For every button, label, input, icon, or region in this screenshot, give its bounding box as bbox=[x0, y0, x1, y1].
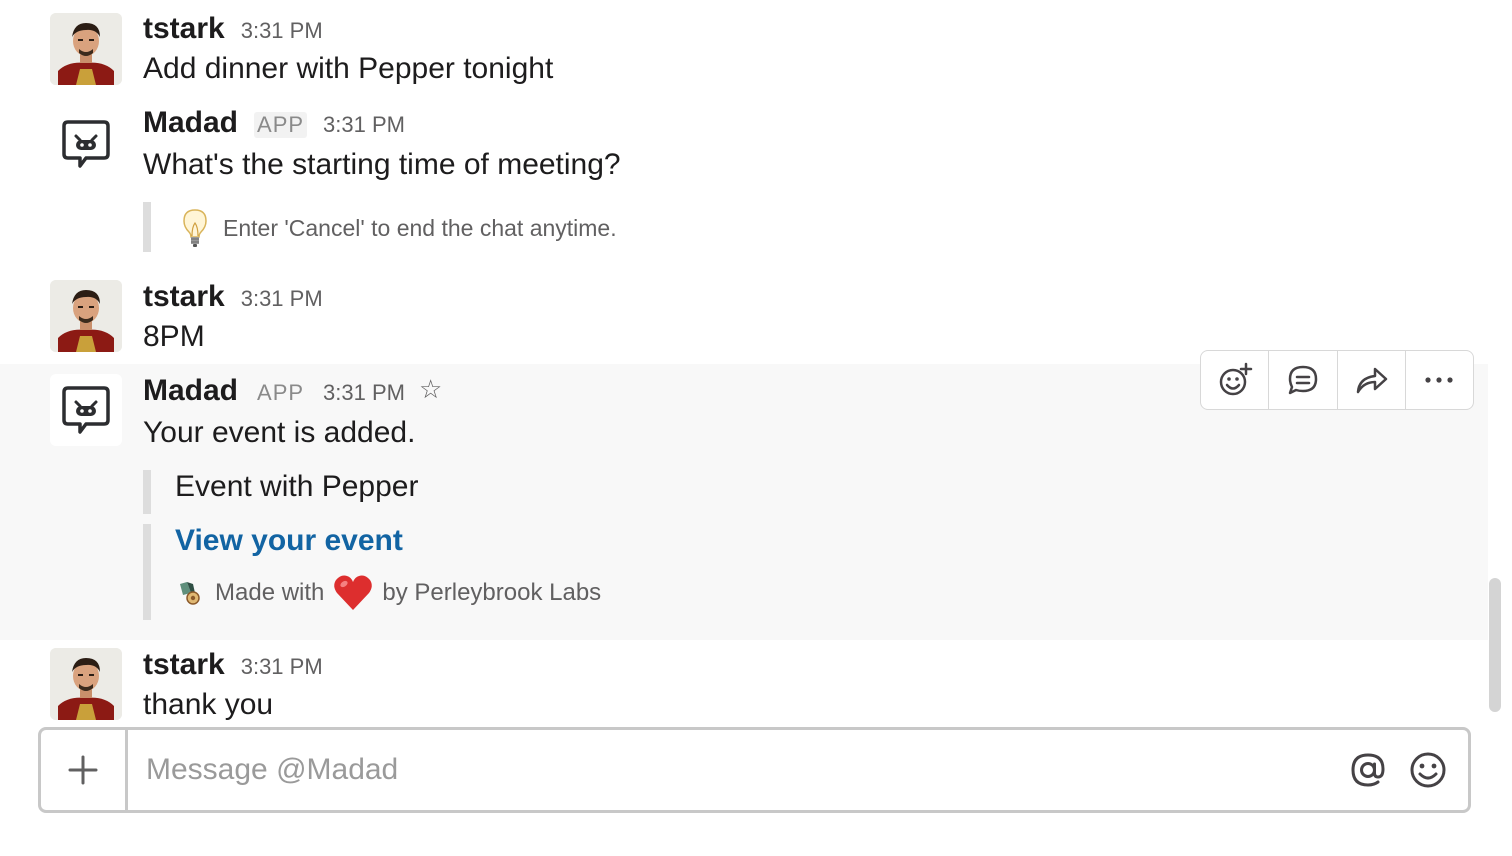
footer-made-with: Made with bbox=[215, 579, 325, 606]
timestamp[interactable]: 3:31 PM bbox=[241, 18, 323, 44]
emoji-icon bbox=[1410, 752, 1446, 788]
author-name[interactable]: Madad bbox=[143, 106, 238, 140]
mention-icon bbox=[1351, 753, 1385, 787]
emoji-button[interactable] bbox=[1408, 750, 1448, 790]
author-name[interactable]: Madad bbox=[143, 374, 238, 408]
message-row[interactable]: tstark 3:31 PM thank you bbox=[0, 640, 1488, 724]
add-reaction-button[interactable] bbox=[1201, 351, 1270, 409]
lightbulb-icon bbox=[183, 209, 207, 247]
footer-company: by Perleybrook Labs bbox=[382, 579, 602, 606]
star-icon[interactable]: ☆ bbox=[419, 374, 442, 405]
timestamp[interactable]: 3:31 PM bbox=[323, 112, 405, 138]
app-badge: APP bbox=[257, 380, 305, 405]
view-event-link[interactable]: View your event bbox=[151, 524, 601, 558]
author-name[interactable]: tstark bbox=[143, 648, 225, 682]
message-header: tstark 3:31 PM bbox=[143, 12, 323, 46]
timestamp[interactable]: 3:31 PM bbox=[241, 654, 323, 680]
message-input[interactable] bbox=[128, 729, 1348, 811]
message-actions bbox=[1200, 350, 1474, 410]
avatar[interactable] bbox=[50, 13, 122, 85]
avatar[interactable] bbox=[50, 374, 122, 446]
scrollbar-thumb[interactable] bbox=[1489, 578, 1501, 712]
start-thread-button[interactable] bbox=[1269, 351, 1338, 409]
message-text: Your event is added. bbox=[143, 416, 416, 449]
message-composer bbox=[38, 727, 1471, 813]
author-name[interactable]: tstark bbox=[143, 280, 225, 314]
message-text: 8PM bbox=[143, 320, 205, 353]
attach-file-button[interactable] bbox=[41, 730, 128, 810]
message-text: thank you bbox=[143, 688, 274, 721]
message-header: Madad APP 3:31 PM bbox=[143, 106, 405, 140]
attachment: Enter 'Cancel' to end the chat anytime. bbox=[143, 202, 617, 252]
message-text: Add dinner with Pepper tonight bbox=[143, 52, 554, 85]
more-actions-button[interactable] bbox=[1406, 351, 1473, 409]
timestamp[interactable]: 3:31 PM bbox=[323, 380, 405, 406]
timestamp[interactable]: 3:31 PM bbox=[241, 286, 323, 312]
author-name[interactable]: tstark bbox=[143, 12, 225, 46]
start-thread-icon bbox=[1288, 365, 1318, 395]
avatar[interactable] bbox=[50, 108, 122, 180]
plus-icon bbox=[68, 755, 98, 785]
message-header: tstark 3:31 PM bbox=[143, 280, 323, 314]
message-header: tstark 3:31 PM bbox=[143, 648, 323, 682]
attachment-footer: Made with by Perleybrook Labs bbox=[151, 572, 601, 614]
app-badge: APP bbox=[254, 112, 308, 138]
message-header: Madad APP 3:31 PM ☆ bbox=[143, 374, 442, 408]
message-row[interactable]: tstark 3:31 PM Add dinner with Pepper to… bbox=[0, 0, 1488, 96]
avatar[interactable] bbox=[50, 280, 122, 352]
hint-row: Enter 'Cancel' to end the chat anytime. bbox=[151, 202, 617, 254]
message-text: What's the starting time of meeting? bbox=[143, 148, 621, 181]
add-reaction-icon bbox=[1219, 362, 1252, 396]
app-logo-icon bbox=[180, 582, 200, 605]
share-message-icon bbox=[1356, 367, 1388, 394]
avatar[interactable] bbox=[50, 648, 122, 720]
more-actions-icon bbox=[1425, 377, 1453, 383]
attachment: Event with Pepper bbox=[143, 470, 418, 514]
attachment-title: Event with Pepper bbox=[175, 470, 419, 503]
share-message-button[interactable] bbox=[1338, 351, 1406, 409]
attachment: View your event Made with by Perleybrook… bbox=[143, 524, 601, 620]
message-row[interactable]: Madad APP 3:31 PM What's the starting ti… bbox=[0, 96, 1488, 264]
hint-text: Enter 'Cancel' to end the chat anytime. bbox=[223, 214, 617, 241]
heart-icon bbox=[334, 575, 373, 610]
mention-button[interactable] bbox=[1348, 750, 1388, 790]
message-row[interactable]: tstark 3:31 PM 8PM bbox=[0, 264, 1488, 364]
